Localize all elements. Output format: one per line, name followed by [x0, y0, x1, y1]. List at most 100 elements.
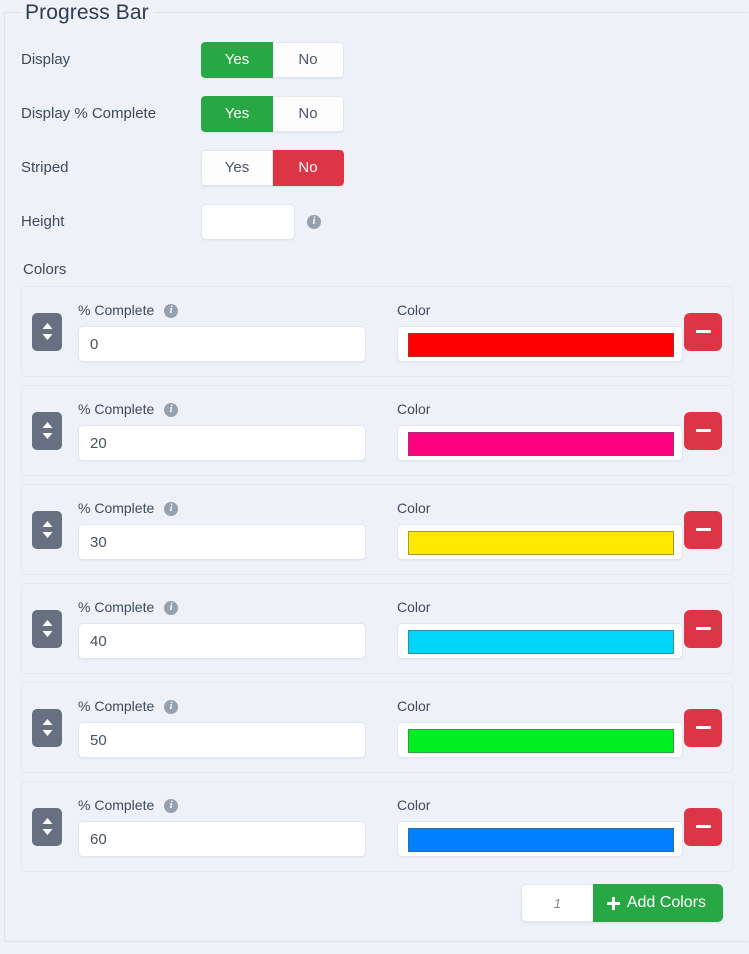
color-row-4: % Complete i Color [21, 682, 733, 773]
color-row-0: % Complete i Color [21, 286, 733, 377]
drag-handle[interactable] [32, 312, 62, 351]
color-label: Color [397, 599, 431, 615]
display-percent-toggle-no[interactable]: No [273, 96, 344, 132]
setting-row-display: Display Yes No [21, 33, 733, 87]
info-circle-icon[interactable]: i [164, 502, 179, 517]
striped-toggle-group[interactable]: Yes No [201, 150, 344, 186]
remove-color-button[interactable] [684, 807, 722, 846]
remove-color-button[interactable] [684, 708, 722, 747]
sort-updown-icon [42, 818, 52, 835]
percent-complete-input[interactable] [78, 821, 366, 857]
color-label: Color [397, 698, 431, 714]
percent-complete-label-wrap: % Complete i [78, 796, 366, 814]
percent-complete-field: % Complete i [78, 796, 366, 857]
percent-complete-field: % Complete i [78, 400, 366, 461]
info-circle-icon[interactable]: i [164, 601, 179, 616]
display-toggle-group[interactable]: Yes No [201, 42, 344, 78]
drag-handle[interactable] [32, 708, 62, 747]
add-colors-button[interactable]: Add Colors [592, 884, 723, 922]
color-picker-input[interactable] [397, 821, 683, 857]
color-row-3: % Complete i Color [21, 583, 733, 674]
percent-complete-input[interactable] [78, 425, 366, 461]
progress-bar-fieldset: Progress Bar Display Yes No Display % Co… [4, 0, 749, 942]
percent-complete-label: % Complete [78, 500, 155, 516]
percent-complete-label: % Complete [78, 797, 155, 813]
percent-complete-label: % Complete [78, 302, 155, 318]
percent-complete-label: % Complete [78, 599, 155, 615]
color-field: Color [397, 598, 683, 659]
percent-complete-field: % Complete i [78, 301, 366, 362]
label-height: Height [21, 213, 65, 230]
percent-complete-label-wrap: % Complete i [78, 301, 366, 319]
display-percent-toggle-group[interactable]: Yes No [201, 96, 344, 132]
drag-handle[interactable] [32, 510, 62, 549]
color-field: Color [397, 301, 683, 362]
striped-toggle-no[interactable]: No [273, 150, 344, 186]
remove-color-button[interactable] [684, 411, 722, 450]
remove-color-button[interactable] [684, 312, 722, 351]
sort-updown-icon [42, 422, 52, 439]
add-colors-button-label: Add Colors [626, 894, 706, 911]
minus-icon [695, 825, 711, 828]
height-control: i [201, 204, 321, 240]
info-circle-icon[interactable]: i [164, 799, 179, 814]
add-colors-count-input[interactable] [520, 884, 593, 922]
color-picker-input[interactable] [397, 425, 683, 461]
label-display: Display [21, 51, 71, 68]
percent-complete-input[interactable] [78, 623, 366, 659]
info-circle-icon[interactable]: i [164, 700, 179, 715]
setting-row-striped: Striped Yes No [21, 141, 733, 195]
color-picker-input[interactable] [397, 524, 683, 560]
color-picker-input[interactable] [397, 326, 683, 362]
add-colors-group: Add Colors [520, 884, 723, 922]
plus-icon [606, 896, 620, 910]
percent-complete-field: % Complete i [78, 499, 366, 560]
drag-handle[interactable] [32, 807, 62, 846]
striped-toggle-control: Yes No [201, 150, 344, 186]
percent-complete-field: % Complete i [78, 697, 366, 758]
minus-icon [695, 330, 711, 333]
drag-handle[interactable] [32, 411, 62, 450]
percent-complete-label: % Complete [78, 401, 155, 417]
display-percent-toggle-yes[interactable]: Yes [201, 96, 273, 132]
color-row-1: % Complete i Color [21, 385, 733, 476]
display-toggle-yes[interactable]: Yes [201, 42, 273, 78]
height-input[interactable] [201, 204, 295, 240]
color-field: Color [397, 796, 683, 857]
percent-complete-label: % Complete [78, 698, 155, 714]
striped-toggle-yes[interactable]: Yes [201, 150, 273, 186]
percent-complete-label-wrap: % Complete i [78, 697, 366, 715]
color-field: Color [397, 499, 683, 560]
sort-updown-icon [42, 620, 52, 637]
percent-complete-label-wrap: % Complete i [78, 400, 366, 418]
percent-complete-label-wrap: % Complete i [78, 499, 366, 517]
info-circle-icon[interactable]: i [164, 304, 179, 319]
setting-row-display-percent-complete: Display % Complete Yes No [21, 87, 733, 141]
display-percent-toggle-control: Yes No [201, 96, 344, 132]
color-field: Color [397, 697, 683, 758]
minus-icon [695, 528, 711, 531]
sort-updown-icon [42, 719, 52, 736]
display-toggle-control: Yes No [201, 42, 344, 78]
color-label: Color [397, 797, 431, 813]
drag-handle[interactable] [32, 609, 62, 648]
percent-complete-input[interactable] [78, 524, 366, 560]
label-striped: Striped [21, 159, 69, 176]
info-circle-icon[interactable]: i [307, 215, 321, 229]
display-toggle-no[interactable]: No [273, 42, 344, 78]
color-picker-input[interactable] [397, 623, 683, 659]
info-circle-icon[interactable]: i [164, 403, 179, 418]
settings-form: Display Yes No Display % Complete Yes No [5, 13, 749, 941]
color-field: Color [397, 400, 683, 461]
color-label: Color [397, 401, 431, 417]
color-picker-input[interactable] [397, 722, 683, 758]
sort-updown-icon [42, 323, 52, 340]
color-label: Color [397, 302, 431, 318]
color-label: Color [397, 500, 431, 516]
percent-complete-input[interactable] [78, 722, 366, 758]
add-colors-row: Add Colors [21, 884, 733, 922]
percent-complete-input[interactable] [78, 326, 366, 362]
percent-complete-field: % Complete i [78, 598, 366, 659]
remove-color-button[interactable] [684, 510, 722, 549]
remove-color-button[interactable] [684, 609, 722, 648]
